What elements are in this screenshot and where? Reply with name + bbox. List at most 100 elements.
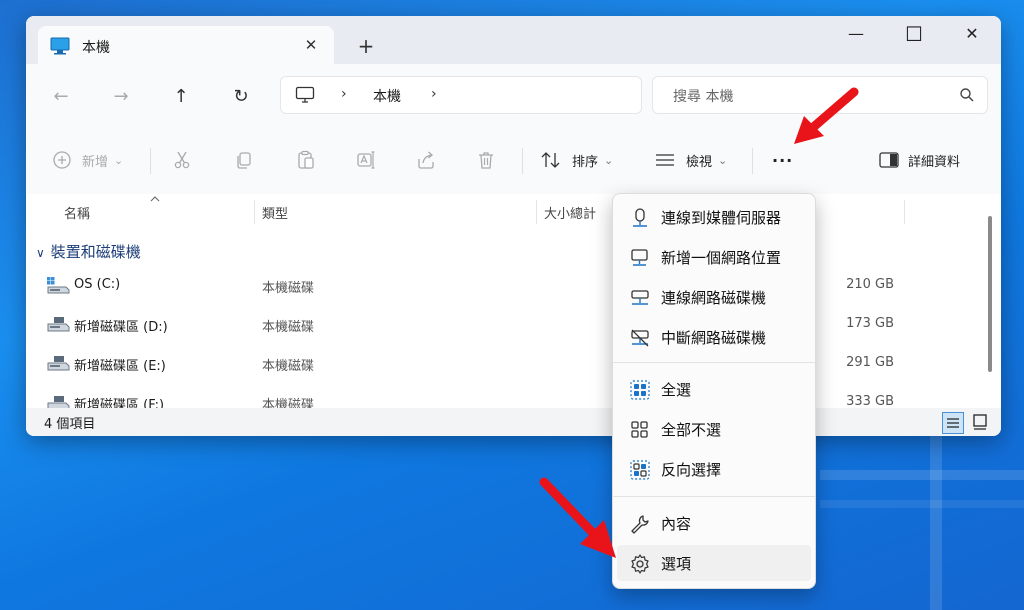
item-count: 4 個項目 bbox=[44, 417, 96, 432]
view-button[interactable]: 檢視 ⌄ bbox=[654, 146, 727, 174]
details-view-button[interactable] bbox=[942, 412, 964, 434]
tab-close-icon[interactable]: ✕ bbox=[298, 32, 324, 58]
hard-drive-icon bbox=[47, 356, 70, 371]
view-list-icon bbox=[656, 154, 674, 166]
select-all-icon bbox=[630, 380, 650, 400]
breadcrumb-chevron[interactable]: › bbox=[341, 86, 347, 102]
menu-item-media-server[interactable]: 連線到媒體伺服器 bbox=[617, 199, 811, 235]
chevron-down-icon: ⌄ bbox=[604, 153, 614, 167]
rename-button[interactable] bbox=[356, 146, 376, 174]
wallpaper-ray bbox=[820, 500, 1024, 508]
select-none-icon bbox=[631, 421, 648, 438]
copy-icon bbox=[237, 152, 251, 169]
rename-icon bbox=[357, 151, 375, 169]
copy-button[interactable] bbox=[234, 146, 254, 174]
menu-item-label: 中斷網路磁碟機 bbox=[661, 329, 767, 347]
menu-item-label: 連線到媒體伺服器 bbox=[661, 209, 782, 227]
column-header-name[interactable]: 名稱 bbox=[64, 203, 90, 222]
drive-type: 本機磁碟 bbox=[262, 359, 315, 374]
file-explorer-window: 本機 ✕ + — ☐ ✕ ← → ↑ ↻ › 本機 › 搜尋 本機 新增 ⌄ 排… bbox=[26, 16, 1001, 436]
network-location-icon bbox=[631, 249, 648, 266]
menu-item-label: 全部不選 bbox=[661, 421, 722, 439]
menu-item-options[interactable]: 選項 bbox=[617, 545, 811, 581]
paste-button[interactable] bbox=[296, 146, 316, 174]
red-arrow-annotation bbox=[794, 87, 859, 144]
title-bar: 本機 ✕ + — ☐ ✕ bbox=[26, 16, 1001, 64]
refresh-button[interactable]: ↻ bbox=[228, 84, 254, 110]
hard-drive-icon bbox=[47, 396, 70, 408]
breadcrumb-this-pc[interactable]: 本機 bbox=[373, 86, 401, 106]
more-options-menu: 連線到媒體伺服器 新增一個網路位置 連線網路磁碟機 中斷網路磁碟機 全選 全部不… bbox=[612, 193, 816, 589]
windows-drive-icon bbox=[47, 277, 70, 294]
menu-item-select-none[interactable]: 全部不選 bbox=[617, 411, 811, 447]
red-arrow-annotation bbox=[539, 477, 616, 558]
menu-item-properties[interactable]: 內容 bbox=[617, 505, 811, 541]
cut-button[interactable] bbox=[172, 146, 192, 174]
forward-button[interactable]: → bbox=[108, 84, 134, 110]
sort-label: 排序 bbox=[572, 154, 599, 170]
search-icon bbox=[960, 88, 974, 102]
drive-type: 本機磁碟 bbox=[262, 320, 315, 335]
tab-this-pc[interactable]: 本機 ✕ bbox=[38, 26, 334, 64]
gear-icon bbox=[631, 554, 649, 574]
menu-item-label: 連線網路磁碟機 bbox=[661, 289, 767, 307]
trash-icon bbox=[479, 152, 493, 169]
new-button[interactable]: 新增 ⌄ bbox=[52, 146, 123, 174]
group-header-devices[interactable]: ∨ 裝置和磁碟機 bbox=[36, 241, 141, 262]
menu-divider bbox=[613, 362, 815, 363]
drive-type: 本機磁碟 bbox=[262, 281, 315, 296]
column-header-type[interactable]: 類型 bbox=[262, 203, 288, 222]
minimize-button[interactable]: — bbox=[827, 16, 885, 52]
invert-selection-icon bbox=[630, 460, 650, 480]
monitor-icon bbox=[295, 86, 315, 103]
details-pane-button[interactable]: 詳細資料 bbox=[878, 146, 960, 174]
close-button[interactable]: ✕ bbox=[943, 16, 1001, 52]
media-server-icon bbox=[633, 208, 647, 227]
breadcrumb-chevron[interactable]: › bbox=[431, 86, 437, 102]
delete-button[interactable] bbox=[476, 146, 496, 174]
up-button[interactable]: ↑ bbox=[168, 84, 194, 110]
share-icon bbox=[418, 151, 434, 169]
menu-item-label: 新增一個網路位置 bbox=[661, 249, 782, 267]
column-header-row: 名稱 類型 大小總計 bbox=[26, 194, 1001, 228]
column-divider[interactable] bbox=[904, 200, 905, 224]
toolbar-divider bbox=[752, 148, 753, 174]
table-row[interactable]: 新增磁碟區 (D:) 本機磁碟 173 GB bbox=[26, 307, 1001, 343]
maximize-button[interactable]: ☐ bbox=[885, 16, 943, 52]
drive-size: 210 GB bbox=[846, 277, 894, 292]
column-header-total-size[interactable]: 大小總計 bbox=[544, 203, 596, 222]
menu-item-label: 反向選擇 bbox=[661, 461, 722, 479]
table-row[interactable]: 新增磁碟區 (E:) 本機磁碟 291 GB bbox=[26, 346, 1001, 382]
view-label: 檢視 bbox=[686, 154, 713, 170]
clipboard-icon bbox=[298, 150, 314, 169]
menu-item-select-all[interactable]: 全選 bbox=[617, 371, 811, 407]
menu-item-map-network-drive[interactable]: 連線網路磁碟機 bbox=[617, 279, 811, 315]
menu-item-disconnect-network-drive[interactable]: 中斷網路磁碟機 bbox=[617, 319, 811, 355]
menu-item-add-network-location[interactable]: 新增一個網路位置 bbox=[617, 239, 811, 275]
sort-ascending-icon bbox=[150, 196, 160, 202]
chevron-down-icon: ⌄ bbox=[718, 153, 728, 167]
toolbar-divider bbox=[150, 148, 151, 174]
back-button[interactable]: ← bbox=[48, 84, 74, 110]
column-divider[interactable] bbox=[536, 200, 537, 224]
table-row[interactable]: OS (C:) 本機磁碟 210 GB bbox=[26, 268, 1001, 304]
column-divider[interactable] bbox=[254, 200, 255, 224]
sort-button[interactable]: 排序 ⌄ bbox=[540, 146, 613, 174]
scissors-icon bbox=[174, 151, 190, 169]
sort-icon bbox=[541, 152, 560, 168]
tab-title: 本機 bbox=[82, 40, 110, 56]
group-label: 裝置和磁碟機 bbox=[50, 243, 141, 261]
menu-item-invert-selection[interactable]: 反向選擇 bbox=[617, 451, 811, 487]
tiles-view-button[interactable] bbox=[970, 412, 992, 434]
table-row[interactable]: 新增磁碟區 (F:) 本機磁碟 333 GB bbox=[26, 388, 1001, 408]
menu-item-label: 全選 bbox=[661, 381, 692, 399]
share-button[interactable] bbox=[416, 146, 436, 174]
wallpaper-ray bbox=[930, 410, 942, 610]
menu-divider bbox=[613, 496, 815, 497]
address-bar[interactable]: › 本機 › bbox=[280, 76, 642, 114]
drive-name: 新增磁碟區 (D:) bbox=[74, 320, 168, 335]
new-tab-button[interactable]: + bbox=[352, 32, 380, 60]
vertical-scrollbar[interactable] bbox=[988, 216, 992, 372]
drive-type: 本機磁碟 bbox=[262, 398, 315, 408]
monitor-icon bbox=[50, 37, 70, 55]
